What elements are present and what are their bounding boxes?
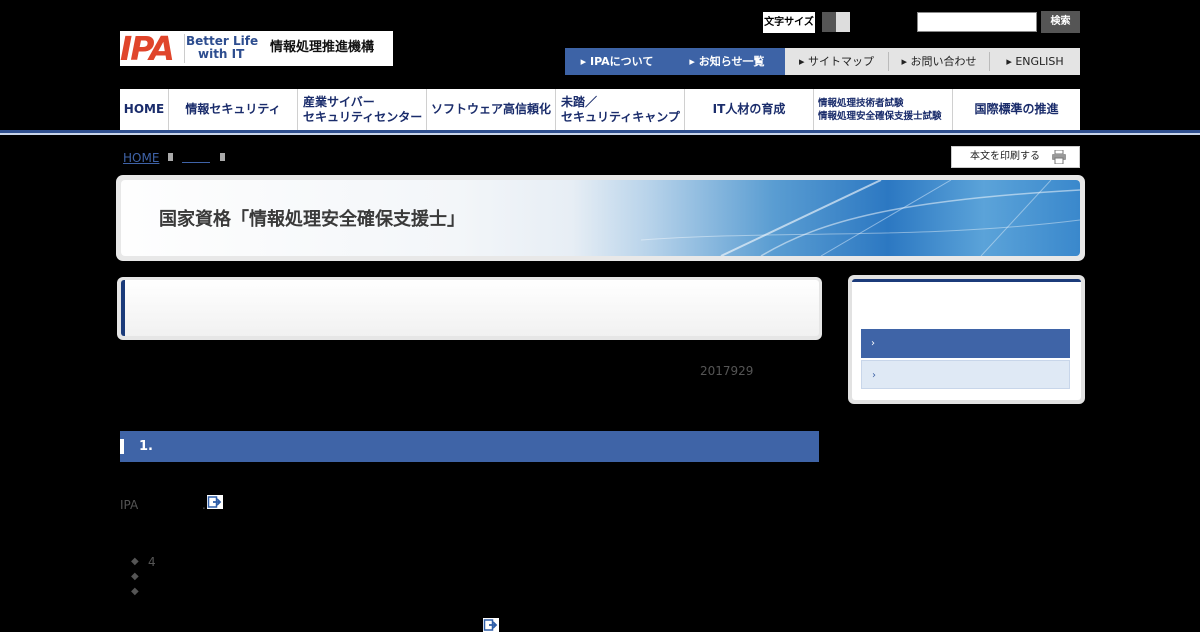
breadcrumb-home-link[interactable]: HOME [123, 150, 159, 166]
util-english[interactable]: ▸ ENGLISH [990, 48, 1080, 75]
bullet-icon: ◆ [131, 556, 139, 567]
gnav-cyber-security-center[interactable]: 産業サイバー セキュリティセンター [297, 89, 426, 130]
util-about-ipa[interactable]: ▸ IPAについて [565, 48, 669, 75]
side-menu: › › [848, 275, 1085, 404]
content-heading-inner [121, 280, 819, 336]
side-menu-item-active[interactable]: › [861, 329, 1070, 358]
gnav-exams[interactable]: 情報処理技術者試験 情報処理安全確保支援士試験 [813, 89, 952, 130]
body-punctuation: . [202, 498, 206, 512]
side-menu-item[interactable]: › [861, 360, 1070, 389]
util-contact[interactable]: ▸ お問い合わせ [889, 48, 989, 75]
gnav-it-jinzai[interactable]: IT人材の育成 [684, 89, 813, 130]
logo-divider [184, 34, 185, 63]
utility-nav: ▸ IPAについて ▸ お知らせ一覧 ▸ サイトマップ ▸ お問い合わせ ▸ E… [565, 48, 1080, 75]
page-title: 国家資格「情報処理安全確保支援士」 [159, 209, 465, 230]
content-heading-box [117, 277, 822, 340]
breadcrumb-separator-icon [168, 153, 173, 161]
gnav-mito-line1: 未踏／ [561, 94, 598, 109]
print-button[interactable]: 本文を印刷する [951, 146, 1080, 168]
section-heading-label: 1. [139, 439, 153, 454]
bullet-icon: ◆ [131, 571, 139, 582]
search-input[interactable] [917, 12, 1037, 32]
gnav-cyber-line2: セキュリティセンター [303, 109, 423, 124]
gnav-underline-light [0, 133, 1200, 135]
gnav-mito-security-camp[interactable]: 未踏／ セキュリティキャンプ [555, 89, 684, 130]
util-sitemap[interactable]: ▸ サイトマップ [785, 48, 888, 75]
breadcrumb-link[interactable] [182, 162, 210, 163]
gnav-security[interactable]: 情報セキュリティ [168, 89, 297, 130]
body-text: IPA [120, 498, 139, 512]
ipa-logo[interactable]: IPA Better Life with IT 情報処理推進機構 [120, 31, 393, 66]
gnav-exam-line2: 情報処理安全確保支援士試験 [818, 110, 942, 122]
gnav-mito-line2: セキュリティキャンプ [561, 109, 680, 124]
logo-tagline-2: with IT [198, 47, 245, 61]
publish-date: 2017929 [700, 364, 754, 378]
printer-icon [1052, 150, 1066, 164]
bullet-icon: ◆ [131, 586, 139, 597]
org-name: 情報処理推進機構 [270, 40, 375, 55]
list-item: 4 [148, 555, 156, 569]
gnav-home[interactable]: HOME [120, 89, 168, 130]
side-menu-inner: › › [852, 279, 1081, 400]
font-size-small-button[interactable] [822, 12, 836, 32]
breadcrumb-separator-icon [220, 153, 225, 161]
gnav-cyber-line1: 産業サイバー [303, 94, 375, 109]
banner-background: 国家資格「情報処理安全確保支援士」 [121, 180, 1080, 256]
global-nav: HOME 情報セキュリティ 産業サイバー セキュリティセンター ソフトウェア高信… [120, 89, 1080, 130]
search-button[interactable]: 検索 [1041, 11, 1080, 33]
title-banner: 国家資格「情報処理安全確保支援士」 [116, 175, 1085, 261]
print-button-label: 本文を印刷する [970, 151, 1040, 162]
gnav-standards[interactable]: 国際標準の推進 [952, 89, 1080, 130]
gnav-software[interactable]: ソフトウェア高信頼化 [426, 89, 555, 130]
util-news-list[interactable]: ▸ お知らせ一覧 [669, 48, 785, 75]
section-heading: 1. [120, 431, 819, 462]
section-marker [120, 439, 124, 454]
logo-tagline-1: Better Life [186, 34, 259, 48]
font-size-label: 文字サイズ [763, 12, 815, 33]
gnav-exam-line1: 情報処理技術者試験 [818, 97, 904, 109]
logo-mark: IPA [120, 29, 175, 68]
font-size-large-button[interactable] [836, 12, 850, 32]
external-link-icon[interactable] [207, 495, 223, 509]
